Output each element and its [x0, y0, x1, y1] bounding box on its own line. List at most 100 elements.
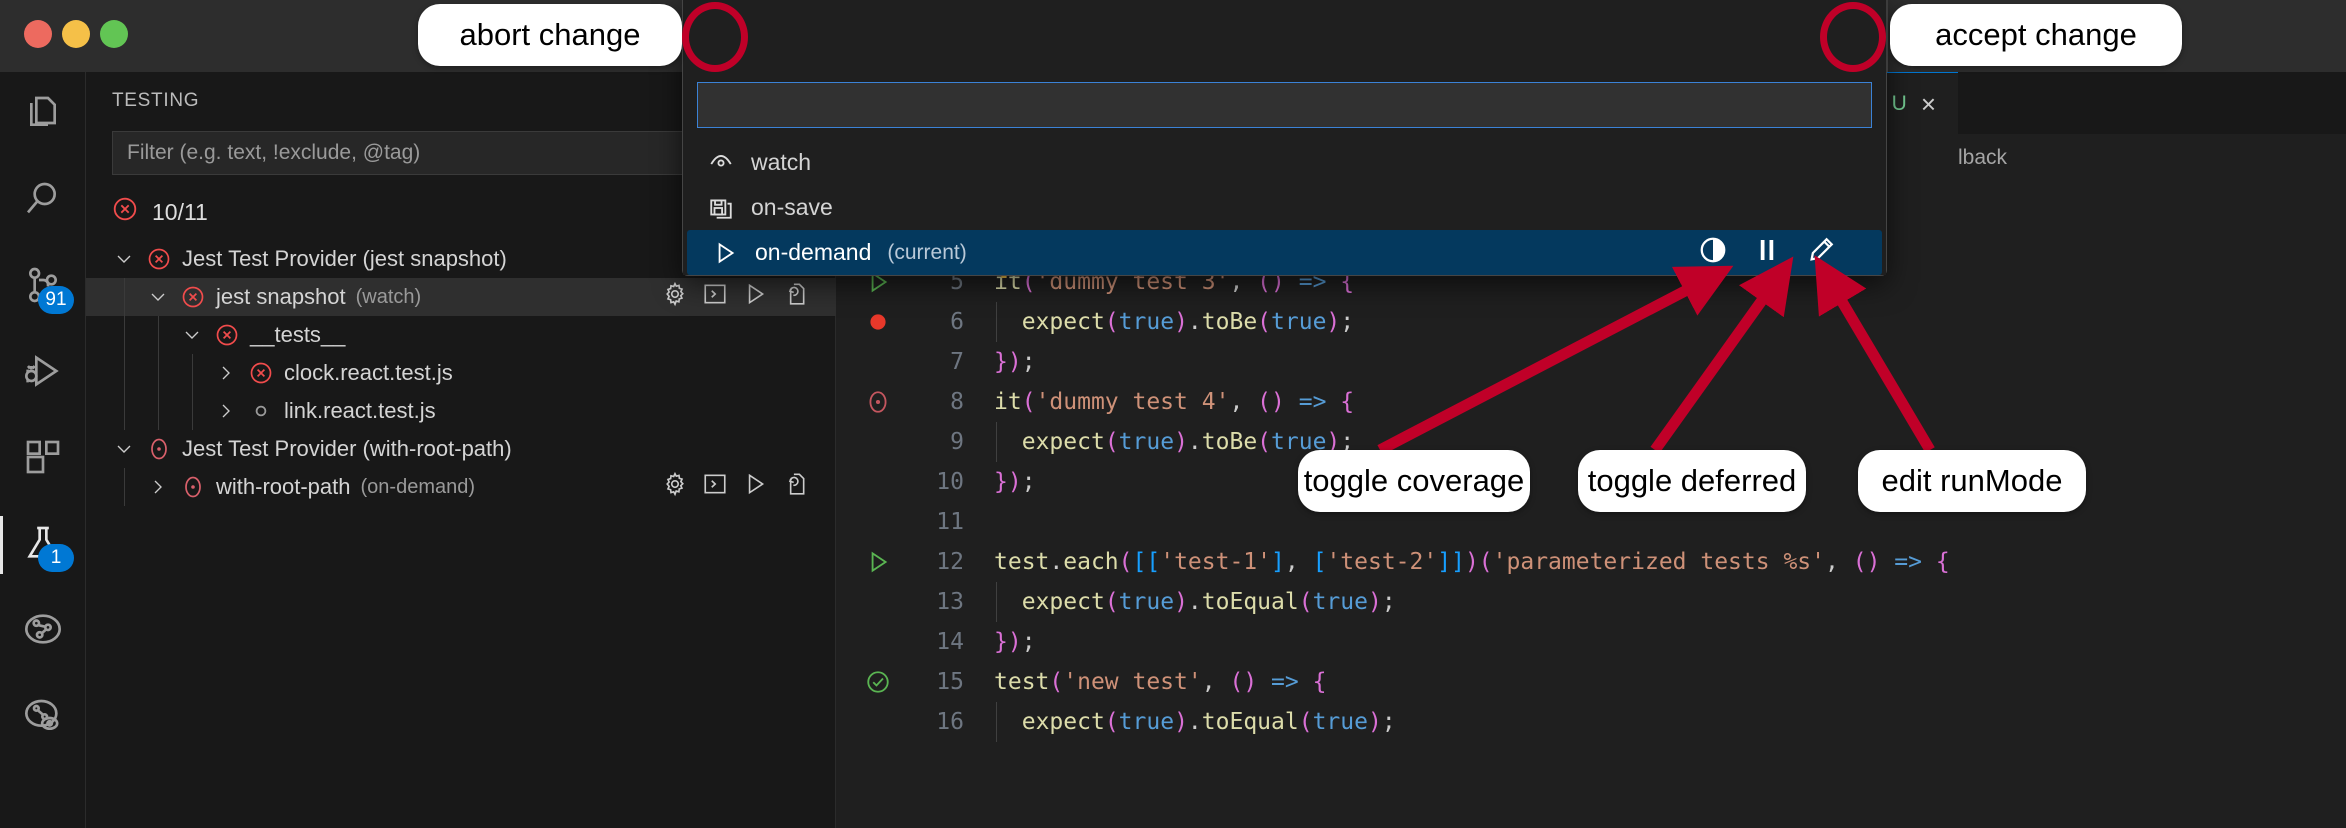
gear-icon[interactable] — [662, 281, 688, 313]
code-line[interactable]: 12 test.each([['test-1'], ['test-2']])('p… — [836, 542, 2346, 582]
gutter-run-green-icon[interactable] — [860, 544, 896, 580]
code-line[interactable]: 7}); — [836, 342, 2346, 382]
toggle-deferred-icon[interactable] — [1752, 235, 1782, 271]
tree-item-clock-react-test-js[interactable]: clock.react.test.js — [86, 354, 836, 392]
refresh-file-icon[interactable] — [782, 471, 808, 503]
quick-pick-option-actions — [1698, 235, 1858, 271]
line-number: 13 — [936, 589, 964, 615]
quick-pick-option-watch[interactable]: watch — [683, 140, 1886, 185]
tree-item-label: link.react.test.js — [284, 398, 436, 423]
activity-item-run-and-debug[interactable] — [0, 330, 86, 416]
activity-item-source-control[interactable]: 91 — [0, 244, 86, 330]
activity-item-test-coverage[interactable] — [0, 674, 86, 760]
activity-item-explorer[interactable] — [0, 72, 86, 158]
chevron-right-icon[interactable] — [214, 399, 238, 423]
line-number: 15 — [936, 669, 964, 695]
code-line[interactable]: 14}); — [836, 622, 2346, 662]
indent-guide — [124, 392, 125, 430]
callout-edit-runmode: edit runMode — [1858, 450, 2086, 512]
window-maximize-button[interactable] — [100, 20, 128, 48]
quick-pick-option-label: watch — [751, 149, 812, 175]
tree-item-jest-snapshot[interactable]: jest snapshot (watch) — [86, 278, 836, 316]
code-text: it('dummy test 4', () => { — [994, 389, 1355, 415]
code-line[interactable]: 6 expect(true).toBe(true); — [836, 302, 2346, 342]
line-number: 7 — [950, 349, 964, 375]
indent-guide — [124, 316, 125, 354]
play-icon[interactable] — [742, 471, 768, 503]
tree-item-label: jest snapshot — [216, 284, 346, 309]
tree-item-link-react-test-js[interactable]: link.react.test.js — [86, 392, 836, 430]
code-line[interactable]: 15 test('new test', () => { — [836, 662, 2346, 702]
editor-tab-dirty-marker: U — [1891, 91, 1907, 115]
tree-item-actions — [662, 281, 824, 313]
callout-accept-change-label: accept change — [1935, 17, 2137, 52]
tree-item-tests[interactable]: __tests__ — [86, 316, 836, 354]
testing-badge: 1 — [38, 544, 74, 572]
indent-guide — [158, 392, 159, 430]
code-line[interactable]: 13 expect(true).toEqual(true); — [836, 582, 2346, 622]
callout-edit-runmode-label: edit runMode — [1881, 463, 2063, 498]
indent-guide — [192, 392, 193, 430]
code-text: }); — [994, 629, 1036, 655]
code-text: }); — [994, 469, 1036, 495]
refresh-file-icon[interactable] — [782, 281, 808, 313]
close-icon[interactable]: × — [1921, 91, 1936, 117]
callout-abort-change: abort change — [418, 4, 682, 66]
activity-bar: 91 1 — [0, 72, 86, 828]
gutter-pass-check-icon[interactable] — [860, 664, 896, 700]
status-badge — [180, 284, 206, 310]
gutter-fail-dot-icon[interactable] — [860, 304, 896, 340]
test-summary: 10/11 — [112, 190, 208, 234]
run-debug-icon — [23, 351, 63, 396]
quick-pick-option-on-save[interactable]: on-save — [683, 185, 1886, 230]
code-text: test.each([['test-1'], ['test-2']])('par… — [994, 549, 1950, 575]
activity-item-search[interactable] — [0, 158, 86, 244]
quick-pick-dialog: Quick Switch RunMode watchon-saveon-dema… — [682, 0, 1888, 276]
window-minimize-button[interactable] — [62, 20, 90, 48]
files-icon — [23, 93, 63, 138]
quick-pick-option-on-demand[interactable]: on-demand (current) — [687, 230, 1882, 275]
activity-item-test-explorer[interactable] — [0, 588, 86, 674]
tree-item-runmode: (on-demand) — [360, 475, 476, 498]
terminal-icon[interactable] — [702, 471, 728, 503]
gear-icon[interactable] — [662, 471, 688, 503]
code-line[interactable]: 16 expect(true).toEqual(true); — [836, 702, 2346, 742]
chevron-down-icon[interactable] — [112, 247, 136, 271]
graph-eye-icon — [23, 695, 63, 740]
status-badge — [146, 436, 172, 462]
quick-pick-input-wrapper — [683, 72, 1886, 140]
indent-guide — [124, 354, 125, 392]
chevron-down-icon[interactable] — [146, 285, 170, 309]
indent-guide — [158, 354, 159, 392]
play-icon — [711, 239, 739, 267]
chevron-right-icon[interactable] — [146, 475, 170, 499]
eye-icon — [707, 149, 735, 177]
accept-change-highlight — [1820, 2, 1886, 72]
page-title: TESTING — [112, 90, 200, 111]
status-badge — [146, 246, 172, 272]
activity-item-extensions[interactable] — [0, 416, 86, 502]
status-badge — [248, 398, 274, 424]
test-summary-count: 10/11 — [152, 198, 208, 225]
chevron-down-icon[interactable] — [112, 437, 136, 461]
terminal-icon[interactable] — [702, 281, 728, 313]
callout-accept-change: accept change — [1890, 4, 2182, 66]
tree-item-label: __tests__ — [250, 322, 346, 347]
callout-toggle-deferred-label: toggle deferred — [1587, 463, 1797, 498]
gutter-partial-icon[interactable] — [860, 384, 896, 420]
activity-item-testing[interactable]: 1 — [0, 502, 86, 588]
window-close-button[interactable] — [24, 20, 52, 48]
code-line[interactable]: 8 it('dummy test 4', () => { — [836, 382, 2346, 422]
toggle-coverage-icon[interactable] — [1698, 235, 1728, 271]
tree-item-with-root-path[interactable]: with-root-path (on-demand) — [86, 468, 836, 506]
edit-runmode-icon[interactable] — [1806, 235, 1836, 271]
breadcrumb[interactable]: lback — [1958, 134, 2007, 182]
line-number: 6 — [950, 309, 964, 335]
tree-item-jest-test-provider-with-root-path[interactable]: Jest Test Provider (with-root-path) — [86, 430, 836, 468]
quick-pick-input[interactable] — [697, 82, 1872, 128]
tree-item-runmode: (watch) — [355, 285, 422, 308]
chevron-right-icon[interactable] — [214, 361, 238, 385]
play-icon[interactable] — [742, 281, 768, 313]
code-text: }); — [994, 349, 1036, 375]
chevron-down-icon[interactable] — [180, 323, 204, 347]
